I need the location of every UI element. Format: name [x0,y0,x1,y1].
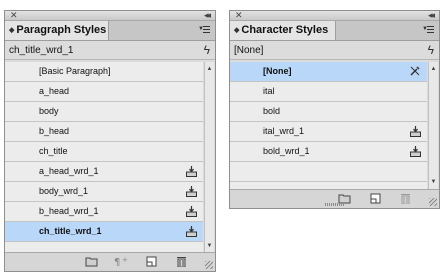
clear-overrides-icon[interactable]: ¶ + [114,256,128,267]
style-name: body_wrd_1 [39,186,89,196]
current-style-row: [None] ϟ [230,41,439,60]
tab-paragraph-styles[interactable]: ◆ Paragraph Styles [5,21,109,40]
paragraph-styles-panel: ✕ ◂◂ ◆ Paragraph Styles ▼ ch_title_wrd_1 … [4,10,216,272]
list-item[interactable]: ch_title [5,142,203,162]
imported-style-icon [186,206,197,217]
scroll-up-icon[interactable]: ▲ [429,64,438,74]
style-name: b_head [39,126,70,136]
list-item[interactable]: body [5,102,203,122]
collapse-icon[interactable]: ◂◂ [428,10,435,20]
drag-handle[interactable] [324,203,345,206]
style-name: ch_title_wrd_1 [39,226,102,236]
scroll-down-icon[interactable]: ▼ [205,241,214,251]
tab-arrows-icon: ◆ [234,27,240,34]
scroll-up-icon[interactable]: ▲ [205,64,214,74]
style-name: ital_wrd_1 [263,126,305,136]
list-item[interactable]: ch_title_wrd_1 [5,222,203,242]
current-style-row: ch_title_wrd_1 ϟ [5,41,215,60]
scroll-down-icon[interactable]: ▼ [429,177,438,187]
list-item[interactable]: ital_wrd_1 [230,122,427,142]
new-style-icon[interactable] [145,256,158,267]
list-item[interactable]: a_head_wrd_1 [5,162,203,182]
list-item[interactable]: [None] [230,62,427,82]
imported-style-icon [186,186,197,197]
close-icon[interactable]: ✕ [235,10,243,20]
style-name: a_head_wrd_1 [39,166,99,176]
style-name: body [39,106,59,116]
style-list: [Basic Paragraph] a_headbody b_head ch_titl… [5,62,203,253]
list-item[interactable]: bold [230,102,427,122]
lightning-icon[interactable]: ϟ [428,41,434,60]
svg-text:¶: ¶ [114,257,120,267]
character-styles-panel: ✕ ◂◂ ◆ Character Styles ▼ [None] ϟ [None]… [229,10,440,209]
lightning-icon[interactable]: ϟ [204,41,210,60]
imported-style-icon [186,166,197,177]
style-name: ital [263,86,275,96]
list-item[interactable]: bold_wrd_1 [230,142,427,162]
tab-label: Paragraph Styles [16,24,107,36]
trash-icon[interactable] [399,193,412,204]
panel-bottom-bar [230,189,439,208]
list-item[interactable]: b_head_wrd_1 [5,202,203,222]
style-list: [None] ital bold ital_wrd_1 bold_wrd_1 [230,62,427,189]
collapse-icon[interactable]: ◂◂ [204,10,211,20]
panel-titlebar[interactable]: ✕ ◂◂ [230,10,439,21]
list-item[interactable]: ital [230,82,427,102]
list-item[interactable]: [Basic Paragraph] [5,62,203,82]
resize-grip[interactable] [429,198,437,206]
imported-style-icon [410,146,421,157]
tab-label: Character Styles [241,24,329,36]
list-item[interactable]: b_head [5,122,203,142]
new-style-icon[interactable] [369,193,382,204]
resize-grip[interactable] [205,261,213,269]
panel-titlebar[interactable]: ✕ ◂◂ [5,10,215,21]
close-icon[interactable]: ✕ [10,10,18,20]
style-name: b_head_wrd_1 [39,206,99,216]
panel-bottom-bar: ¶ + [5,252,215,271]
empty-row [230,162,427,182]
panel-menu-icon[interactable]: ▼ [422,25,434,35]
style-name: bold [263,106,281,116]
trash-icon[interactable] [175,256,188,267]
panel-tab-row: ◆ Character Styles ▼ [230,21,439,41]
empty-row [230,182,427,189]
svg-text:+: + [122,256,128,264]
current-style-label: ch_title_wrd_1 [9,45,74,56]
panel-tab-row: ◆ Paragraph Styles ▼ [5,21,215,41]
list-item[interactable]: a_head [5,82,203,102]
panel-menu-icon[interactable]: ▼ [198,25,210,35]
style-name: ch_title [39,146,68,156]
style-name: a_head [39,86,70,96]
list-item[interactable]: body_wrd_1 [5,182,203,202]
style-name: bold_wrd_1 [263,146,310,156]
imported-style-icon [410,126,421,137]
folder-icon[interactable] [85,256,98,267]
style-name: [None] [263,66,292,76]
tab-arrows-icon: ◆ [9,27,15,34]
current-style-label: [None] [234,45,264,56]
scrollbar[interactable]: ▲ ▼ [204,62,214,253]
imported-style-icon [186,226,197,237]
scrollbar[interactable]: ▲ ▼ [428,62,438,189]
tab-character-styles[interactable]: ◆ Character Styles [230,21,336,40]
no-style-icon [409,65,421,77]
style-name: [Basic Paragraph] [39,66,111,76]
